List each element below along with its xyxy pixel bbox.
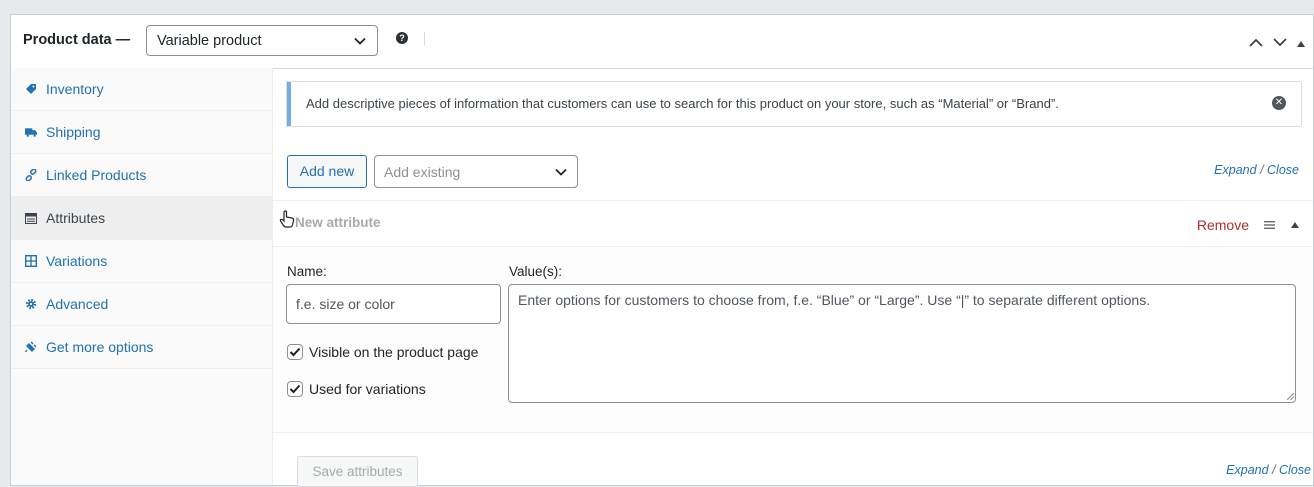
attribute-name-input[interactable] <box>286 284 501 324</box>
add-existing-placeholder: Add existing <box>384 164 461 180</box>
sidebar-item-label: Variations <box>46 253 108 269</box>
values-label: Value(s): <box>509 264 563 279</box>
attribute-body: Name: Value(s): Visible on the product p… <box>273 247 1313 432</box>
checkbox-checked[interactable] <box>287 381 303 397</box>
expand-link[interactable]: Expand <box>1226 463 1268 477</box>
grid-icon <box>25 255 37 267</box>
sidebar-item-label: Attributes <box>46 210 106 226</box>
chevron-down-icon <box>1273 38 1287 47</box>
resize-grip-icon[interactable] <box>1287 393 1294 400</box>
gear-icon <box>25 298 37 310</box>
close-link[interactable]: Close <box>1267 163 1299 177</box>
attributes-panel: Add descriptive pieces of information th… <box>273 68 1313 487</box>
info-notice: Add descriptive pieces of information th… <box>286 81 1302 127</box>
product-data-title: Product data — <box>23 32 131 48</box>
chevron-down-icon <box>354 37 366 45</box>
product-type-select[interactable]: Variable product <box>146 25 378 56</box>
footer-expand-close-links: Expand / Close <box>1226 463 1311 477</box>
triangle-up-icon[interactable] <box>1291 222 1299 228</box>
question-circle-icon[interactable]: ? <box>396 32 408 44</box>
move-up-button[interactable] <box>1249 34 1263 50</box>
sidebar-item-label: Get more options <box>46 339 154 355</box>
sidebar-item-inventory[interactable]: Inventory <box>11 68 272 111</box>
attribute-item: New attribute Remove Name: Value(s): Vis… <box>273 200 1313 433</box>
link-icon <box>25 169 37 181</box>
product-data-tabs: Inventory Shipping Linked Products Attri… <box>11 68 273 485</box>
sidebar-item-attributes[interactable]: Attributes <box>11 197 272 240</box>
truck-icon <box>25 126 37 138</box>
sidebar-item-label: Inventory <box>46 81 104 97</box>
sidebar-item-shipping[interactable]: Shipping <box>11 111 272 154</box>
add-new-button[interactable]: Add new <box>287 155 367 188</box>
product-data-header: Product data — Variable product ? <box>11 15 1313 69</box>
remove-attribute-link[interactable]: Remove <box>1197 217 1249 233</box>
add-existing-select[interactable]: Add existing <box>374 155 578 188</box>
variations-label: Used for variations <box>309 381 426 397</box>
product-data-panel: Product data — Variable product ? Invent… <box>10 14 1314 487</box>
save-attributes-button[interactable]: Save attributes <box>297 456 418 487</box>
used-for-variations-checkbox[interactable]: Used for variations <box>287 381 426 397</box>
link-separator: / <box>1260 163 1264 177</box>
sidebar-item-advanced[interactable]: Advanced <box>11 283 272 326</box>
notice-text: Add descriptive pieces of information th… <box>306 96 1059 111</box>
collapse-panel-button[interactable] <box>1297 34 1305 50</box>
close-icon[interactable]: ✕ <box>1272 96 1286 110</box>
tag-icon <box>25 83 37 95</box>
close-link[interactable]: Close <box>1279 463 1311 477</box>
hand-pointer-icon <box>279 210 295 228</box>
sidebar-item-label: Linked Products <box>46 167 147 183</box>
sidebar-item-get-more-options[interactable]: Get more options <box>11 326 272 369</box>
attribute-title: New attribute <box>295 215 381 230</box>
attributes-footer: Save attributes Expand / Close <box>273 442 1313 487</box>
link-separator: / <box>1272 463 1276 477</box>
triangle-up-icon <box>1297 41 1305 47</box>
move-down-button[interactable] <box>1273 34 1287 50</box>
sidebar-item-variations[interactable]: Variations <box>11 240 272 283</box>
visible-on-product-page-checkbox[interactable]: Visible on the product page <box>287 344 478 360</box>
checkbox-checked[interactable] <box>287 344 303 360</box>
chevron-down-icon <box>555 168 567 176</box>
drag-handle-icon[interactable] <box>1264 221 1275 229</box>
header-divider <box>424 32 425 46</box>
expand-close-links: Expand / Close <box>1214 163 1299 177</box>
sidebar-item-label: Advanced <box>46 296 109 312</box>
attribute-values-textarea[interactable] <box>508 284 1296 403</box>
expand-link[interactable]: Expand <box>1214 163 1256 177</box>
sidebar-item-label: Shipping <box>46 124 101 140</box>
attribute-toolbar: Add new Add existing Expand / Close <box>287 155 1301 188</box>
table-icon <box>25 212 37 224</box>
chevron-up-icon <box>1249 38 1263 47</box>
visible-label: Visible on the product page <box>309 344 479 360</box>
sidebar-item-linked-products[interactable]: Linked Products <box>11 154 272 197</box>
name-label: Name: <box>287 264 327 279</box>
plugin-icon <box>25 341 37 353</box>
attribute-header[interactable]: New attribute Remove <box>273 201 1313 247</box>
checkmark-icon <box>289 347 301 357</box>
product-type-value: Variable product <box>157 33 262 49</box>
panel-controls <box>1249 34 1305 50</box>
checkmark-icon <box>289 384 301 394</box>
